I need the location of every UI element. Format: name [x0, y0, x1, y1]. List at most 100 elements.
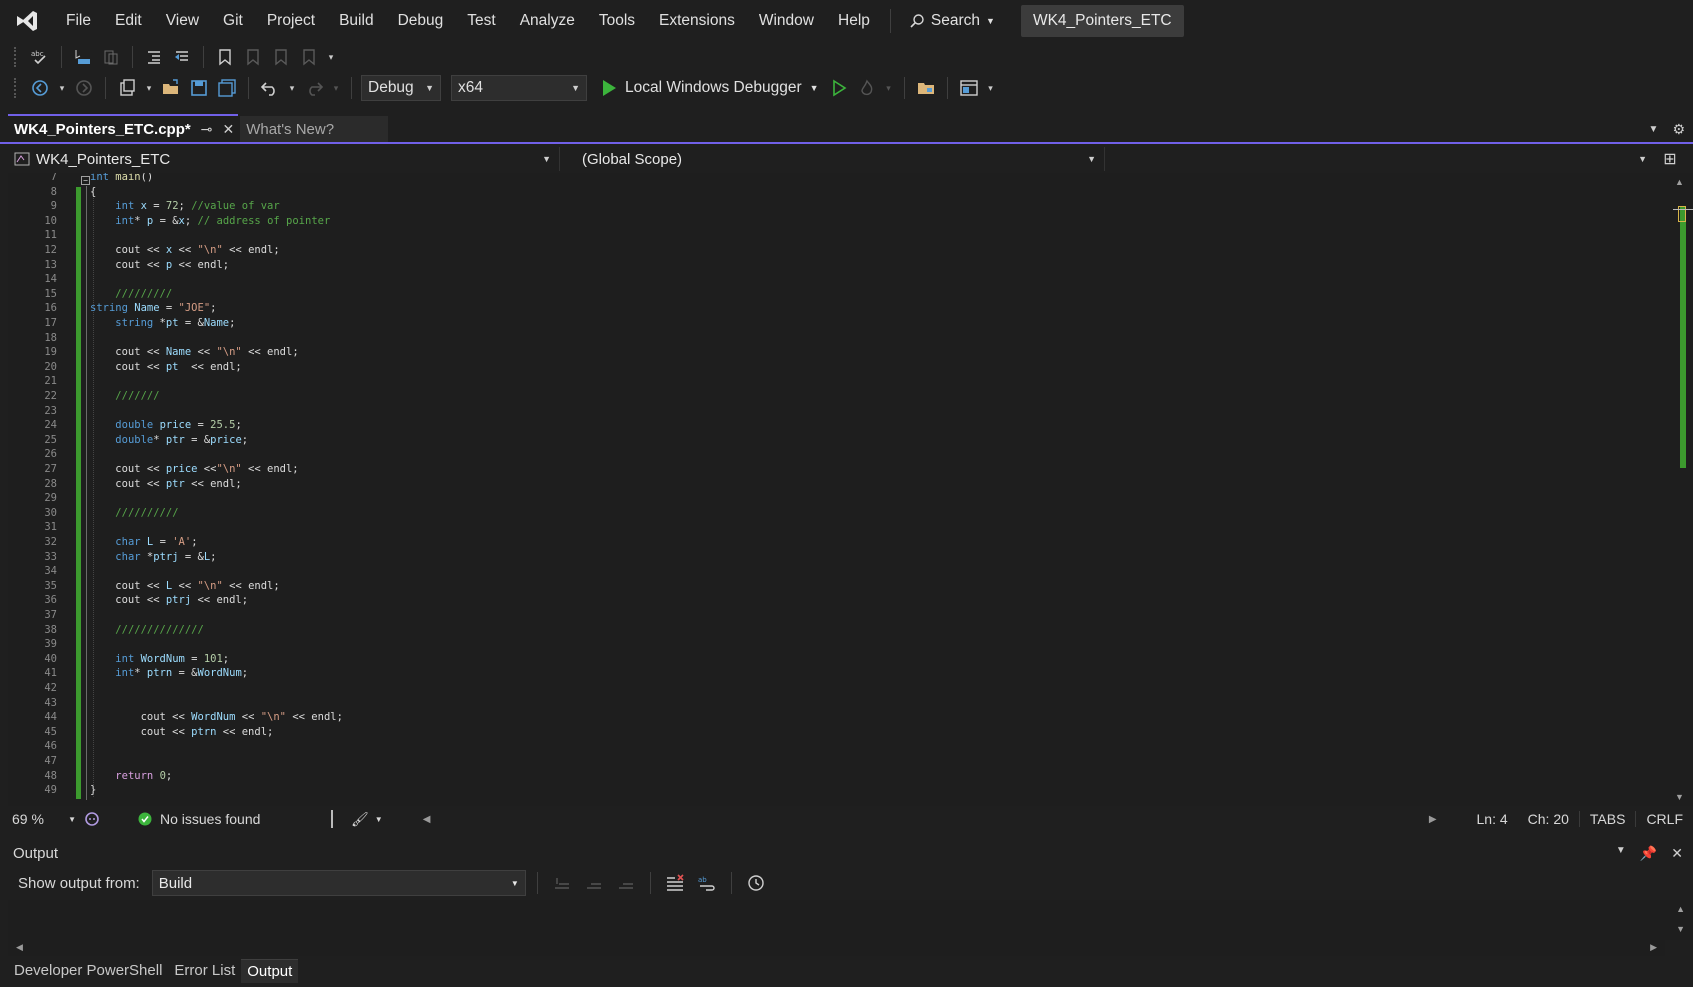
line-indicator[interactable]: Ln: 4 [1467, 811, 1518, 827]
close-icon[interactable]: ✕ [222, 121, 234, 138]
code-line[interactable]: cout << ptrn << endl; [90, 725, 274, 740]
window-layout-icon[interactable] [957, 76, 981, 100]
code-line[interactable]: cout << ptr << endl; [90, 477, 241, 492]
toolbar-grip[interactable] [14, 47, 18, 67]
editor-vertical-scrollbar[interactable]: ▲ ▼ [1665, 173, 1693, 806]
code-cleanup-button[interactable]: 🖌 ▼ [351, 811, 383, 828]
undo-icon[interactable] [258, 76, 282, 100]
hot-reload-icon[interactable] [855, 76, 879, 100]
document-health-indicator[interactable]: No issues found [138, 810, 333, 828]
code-line[interactable]: string *pt = &Name; [90, 316, 235, 331]
code-line[interactable]: ////////// [90, 506, 178, 521]
code-line[interactable]: cout << pt << endl; [90, 360, 241, 375]
code-line[interactable]: return 0; [90, 769, 172, 784]
navigate-back-icon[interactable] [28, 76, 52, 100]
menu-analyze[interactable]: Analyze [508, 5, 587, 37]
code-editor[interactable]: 7 8 9 10 11 12 13 14 15 16 17 18 19 20 21 22 23 24 25 26 27 2… [8, 173, 1693, 806]
parameter-info-icon[interactable] [99, 45, 123, 69]
menu-test[interactable]: Test [455, 5, 507, 37]
code-line[interactable]: cout << ptrj << endl; [90, 593, 248, 608]
output-text-area[interactable]: ▲ ▼ [8, 900, 1693, 940]
save-all-icon[interactable] [215, 76, 239, 100]
tab-developer-powershell[interactable]: Developer PowerShell [8, 959, 168, 983]
code-line[interactable]: cout << x << "\n" << endl; [90, 243, 279, 258]
code-line[interactable]: { [90, 185, 96, 200]
chevron-down-icon[interactable]: ▾ [56, 76, 68, 100]
code-line[interactable]: cout << WordNum << "\n" << endl; [90, 710, 343, 725]
code-line[interactable]: int* ptrn = &WordNum; [90, 666, 248, 681]
previous-bookmark-icon[interactable] [241, 45, 265, 69]
previous-message-icon[interactable] [581, 870, 607, 896]
outdent-icon[interactable] [142, 45, 166, 69]
clear-all-icon[interactable] [662, 870, 688, 896]
find-message-in-code-icon[interactable] [549, 870, 575, 896]
search-button[interactable]: Search ▼ [899, 5, 1005, 37]
code-line[interactable]: int main() [90, 173, 153, 185]
code-line[interactable]: double* ptr = &price; [90, 433, 248, 448]
menu-extensions[interactable]: Extensions [647, 5, 747, 37]
next-bookmark-icon[interactable] [269, 45, 293, 69]
tab-list-dropdown-icon[interactable]: ▼ [1649, 124, 1659, 135]
chevron-down-icon[interactable]: ▾ [330, 76, 342, 100]
save-icon[interactable] [187, 76, 211, 100]
code-line[interactable]: ////////////// [90, 623, 204, 638]
solution-name-badge[interactable]: WK4_Pointers_ETC [1020, 5, 1184, 37]
scroll-left-icon[interactable]: ◀ [16, 942, 23, 953]
code-line[interactable]: } [90, 783, 96, 798]
code-line[interactable]: int x = 72; //value of var [90, 199, 279, 214]
visual-studio-logo-icon[interactable] [0, 0, 54, 42]
menu-build[interactable]: Build [327, 5, 385, 37]
project-dropdown[interactable]: WK4_Pointers_ETC ▼ [8, 147, 560, 171]
code-line[interactable]: int* p = &x; // address of pointer [90, 214, 330, 229]
scroll-down-icon[interactable]: ▼ [1676, 924, 1685, 934]
toolbar-overflow-icon[interactable]: ▾ [325, 45, 337, 69]
code-line[interactable]: cout << price <<"\n" << endl; [90, 462, 298, 477]
start-debugging-button[interactable]: Local Windows Debugger ▼ [597, 79, 823, 97]
indent-icon[interactable] [170, 45, 194, 69]
pin-icon[interactable]: 📌 [1640, 845, 1657, 862]
tab-output[interactable]: Output [241, 959, 299, 983]
split-editor-icon[interactable]: ⊞ [1655, 149, 1685, 169]
code-line[interactable]: char L = 'A'; [90, 535, 197, 550]
next-message-icon[interactable] [613, 870, 639, 896]
output-horizontal-scrollbar[interactable]: ◀ ▶ [8, 940, 1665, 956]
chevron-down-icon[interactable]: ▼ [810, 83, 819, 93]
menu-edit[interactable]: Edit [103, 5, 154, 37]
code-line[interactable]: double price = 25.5; [90, 418, 241, 433]
code-line[interactable]: cout << L << "\n" << endl; [90, 579, 279, 594]
menu-tools[interactable]: Tools [587, 5, 647, 37]
scroll-right-icon[interactable]: ▶ [1650, 942, 1657, 953]
solution-explorer-icon[interactable] [914, 76, 938, 100]
scroll-up-icon[interactable]: ▲ [1676, 904, 1685, 914]
scroll-right-icon[interactable]: ▶ [1429, 814, 1437, 825]
scope-dropdown[interactable]: (Global Scope) ▼ [560, 147, 1105, 171]
chevron-down-icon[interactable]: ▾ [286, 76, 298, 100]
start-without-debugging-icon[interactable] [827, 76, 851, 100]
menu-git[interactable]: Git [211, 5, 255, 37]
chevron-down-icon[interactable]: ▾ [883, 76, 895, 100]
bookmark-icon[interactable] [213, 45, 237, 69]
line-ending-indicator[interactable]: CRLF [1635, 811, 1693, 827]
code-line[interactable]: ///////// [90, 287, 172, 302]
code-line[interactable]: cout << p << endl; [90, 258, 229, 273]
scroll-up-icon[interactable]: ▲ [1675, 177, 1684, 187]
pin-icon[interactable]: ⊸ [201, 121, 213, 138]
close-icon[interactable]: ✕ [1671, 845, 1683, 862]
open-folder-icon[interactable] [159, 76, 183, 100]
tab-whats-new[interactable]: What's New? [240, 116, 389, 142]
platform-select[interactable]: x64 ▼ [451, 75, 587, 101]
navigate-forward-icon[interactable] [72, 76, 96, 100]
redo-icon[interactable] [302, 76, 326, 100]
tab-error-list[interactable]: Error List [168, 959, 241, 983]
tab-wk4-pointers-etc-cpp[interactable]: WK4_Pointers_ETC.cpp* ⊸ ✕ [8, 114, 239, 142]
output-source-select[interactable]: Build ▼ [151, 870, 526, 896]
chevron-down-icon[interactable]: ▾ [143, 76, 155, 100]
clear-bookmarks-icon[interactable] [297, 45, 321, 69]
toolbar-grip[interactable] [14, 78, 18, 98]
clock-icon[interactable] [743, 870, 769, 896]
configuration-select[interactable]: Debug ▼ [361, 75, 441, 101]
code-line[interactable]: string Name = "JOE"; [90, 301, 216, 316]
indent-mode-indicator[interactable]: TABS [1578, 811, 1636, 827]
menu-help[interactable]: Help [826, 5, 882, 37]
menu-window[interactable]: Window [747, 5, 826, 37]
